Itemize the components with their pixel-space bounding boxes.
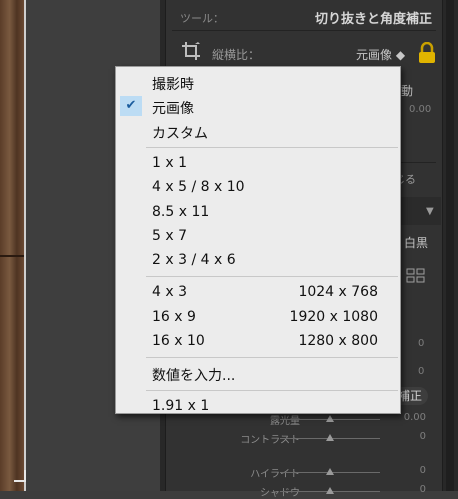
slider-row[interactable]: ハイライト 0 — [190, 465, 430, 480]
check-icon: ✔ — [120, 96, 142, 117]
slider-value: 0 — [419, 484, 426, 495]
grid-view-icon[interactable] — [406, 268, 426, 284]
menu-item-label: 数値を入力... — [152, 368, 236, 385]
menu-item-label: 16 x 9 — [152, 308, 196, 325]
menu-item-label: 4 x 3 — [152, 284, 187, 301]
menu-item[interactable]: 16 x 10 1280 x 800 — [116, 330, 400, 352]
crop-icon[interactable] — [182, 42, 200, 60]
menu-item-resolution: 1280 x 800 — [298, 333, 378, 349]
tool-header: ツール： 切り抜きと角度補正 — [176, 6, 436, 27]
slider-thumb[interactable] — [326, 468, 334, 475]
angle-value: 0.00 — [409, 104, 432, 115]
crop-handle[interactable] — [14, 470, 26, 482]
menu-item[interactable]: 5 x 7 — [116, 225, 400, 247]
collapse-triangle-icon[interactable]: ▼ — [426, 206, 434, 217]
zero-value: 0 — [418, 366, 425, 377]
slider-value: 0 — [419, 431, 426, 442]
lock-icon[interactable] — [418, 42, 436, 64]
menu-separator — [146, 276, 398, 278]
menu-item[interactable]: 撮影時 — [116, 71, 400, 93]
divider — [172, 30, 436, 31]
menu-item[interactable]: 4 x 5 / 8 x 10 — [116, 176, 400, 198]
tool-label: ツール： — [180, 12, 224, 25]
black-white-option[interactable]: 白黒 — [404, 234, 428, 251]
menu-item[interactable]: カスタム — [116, 120, 400, 142]
menu-item[interactable]: 1 x 1 — [116, 152, 400, 174]
tool-name: 切り抜きと角度補正 — [314, 12, 432, 27]
menu-separator — [146, 389, 398, 391]
slider-value: 0.00 — [403, 412, 426, 423]
menu-item-resolution: 1920 x 1080 — [289, 308, 378, 325]
slider-thumb[interactable] — [326, 434, 334, 441]
menu-item-resolution: 1024 x 768 — [298, 284, 378, 301]
menu-item-label: 16 x 10 — [152, 333, 205, 349]
menu-item-label: カスタム — [152, 125, 208, 142]
menu-item[interactable]: 16 x 9 1920 x 1080 — [116, 306, 400, 328]
aspect-ratio-dropdown-menu: 撮影時 ✔ 元画像カスタム 1 x 1 4 x 5 / 8 x 10 8.5 x 11 5 … — [115, 66, 401, 414]
photo-canvas — [0, 0, 26, 491]
menu-item-label: 1.91 x 1 — [152, 397, 210, 414]
menu-item[interactable]: 2 x 3 / 4 x 6 — [116, 249, 400, 271]
slider-row[interactable]: シャドウ 0 — [190, 484, 430, 499]
menu-item-label: 1 x 1 — [152, 154, 187, 171]
menu-separator — [146, 357, 398, 359]
aspect-row: 縦横比： 元画像 ◆ — [176, 38, 438, 68]
straighten-auto-label: 動 — [401, 84, 414, 98]
panel-scrollbar[interactable] — [446, 0, 454, 491]
menu-item-label: 5 x 7 — [152, 227, 187, 244]
menu-item-label: 撮影時 — [152, 77, 194, 93]
slider-row[interactable]: コントラスト 0 — [190, 431, 430, 446]
slider-value: 0 — [419, 465, 426, 476]
menu-item[interactable]: 1.91 x 1 — [116, 395, 400, 417]
menu-item-label: 8.5 x 11 — [152, 203, 210, 220]
menu-separator — [146, 146, 398, 148]
menu-item-label: 2 x 3 / 4 x 6 — [152, 252, 236, 269]
menu-item[interactable]: ✔ 元画像 — [116, 95, 400, 117]
menu-item-label: 元画像 — [152, 101, 194, 118]
menu-item[interactable]: 8.5 x 11 — [116, 201, 400, 223]
zero-value: 0 — [418, 338, 425, 349]
menu-item-label: 4 x 5 / 8 x 10 — [152, 179, 245, 196]
menu-item[interactable]: 数値を入力... — [116, 362, 400, 384]
aspect-label: 縦横比： — [212, 48, 261, 62]
menu-item[interactable]: 4 x 3 1024 x 768 — [116, 281, 400, 303]
aspect-select[interactable]: 元画像 ◆ — [356, 46, 405, 63]
